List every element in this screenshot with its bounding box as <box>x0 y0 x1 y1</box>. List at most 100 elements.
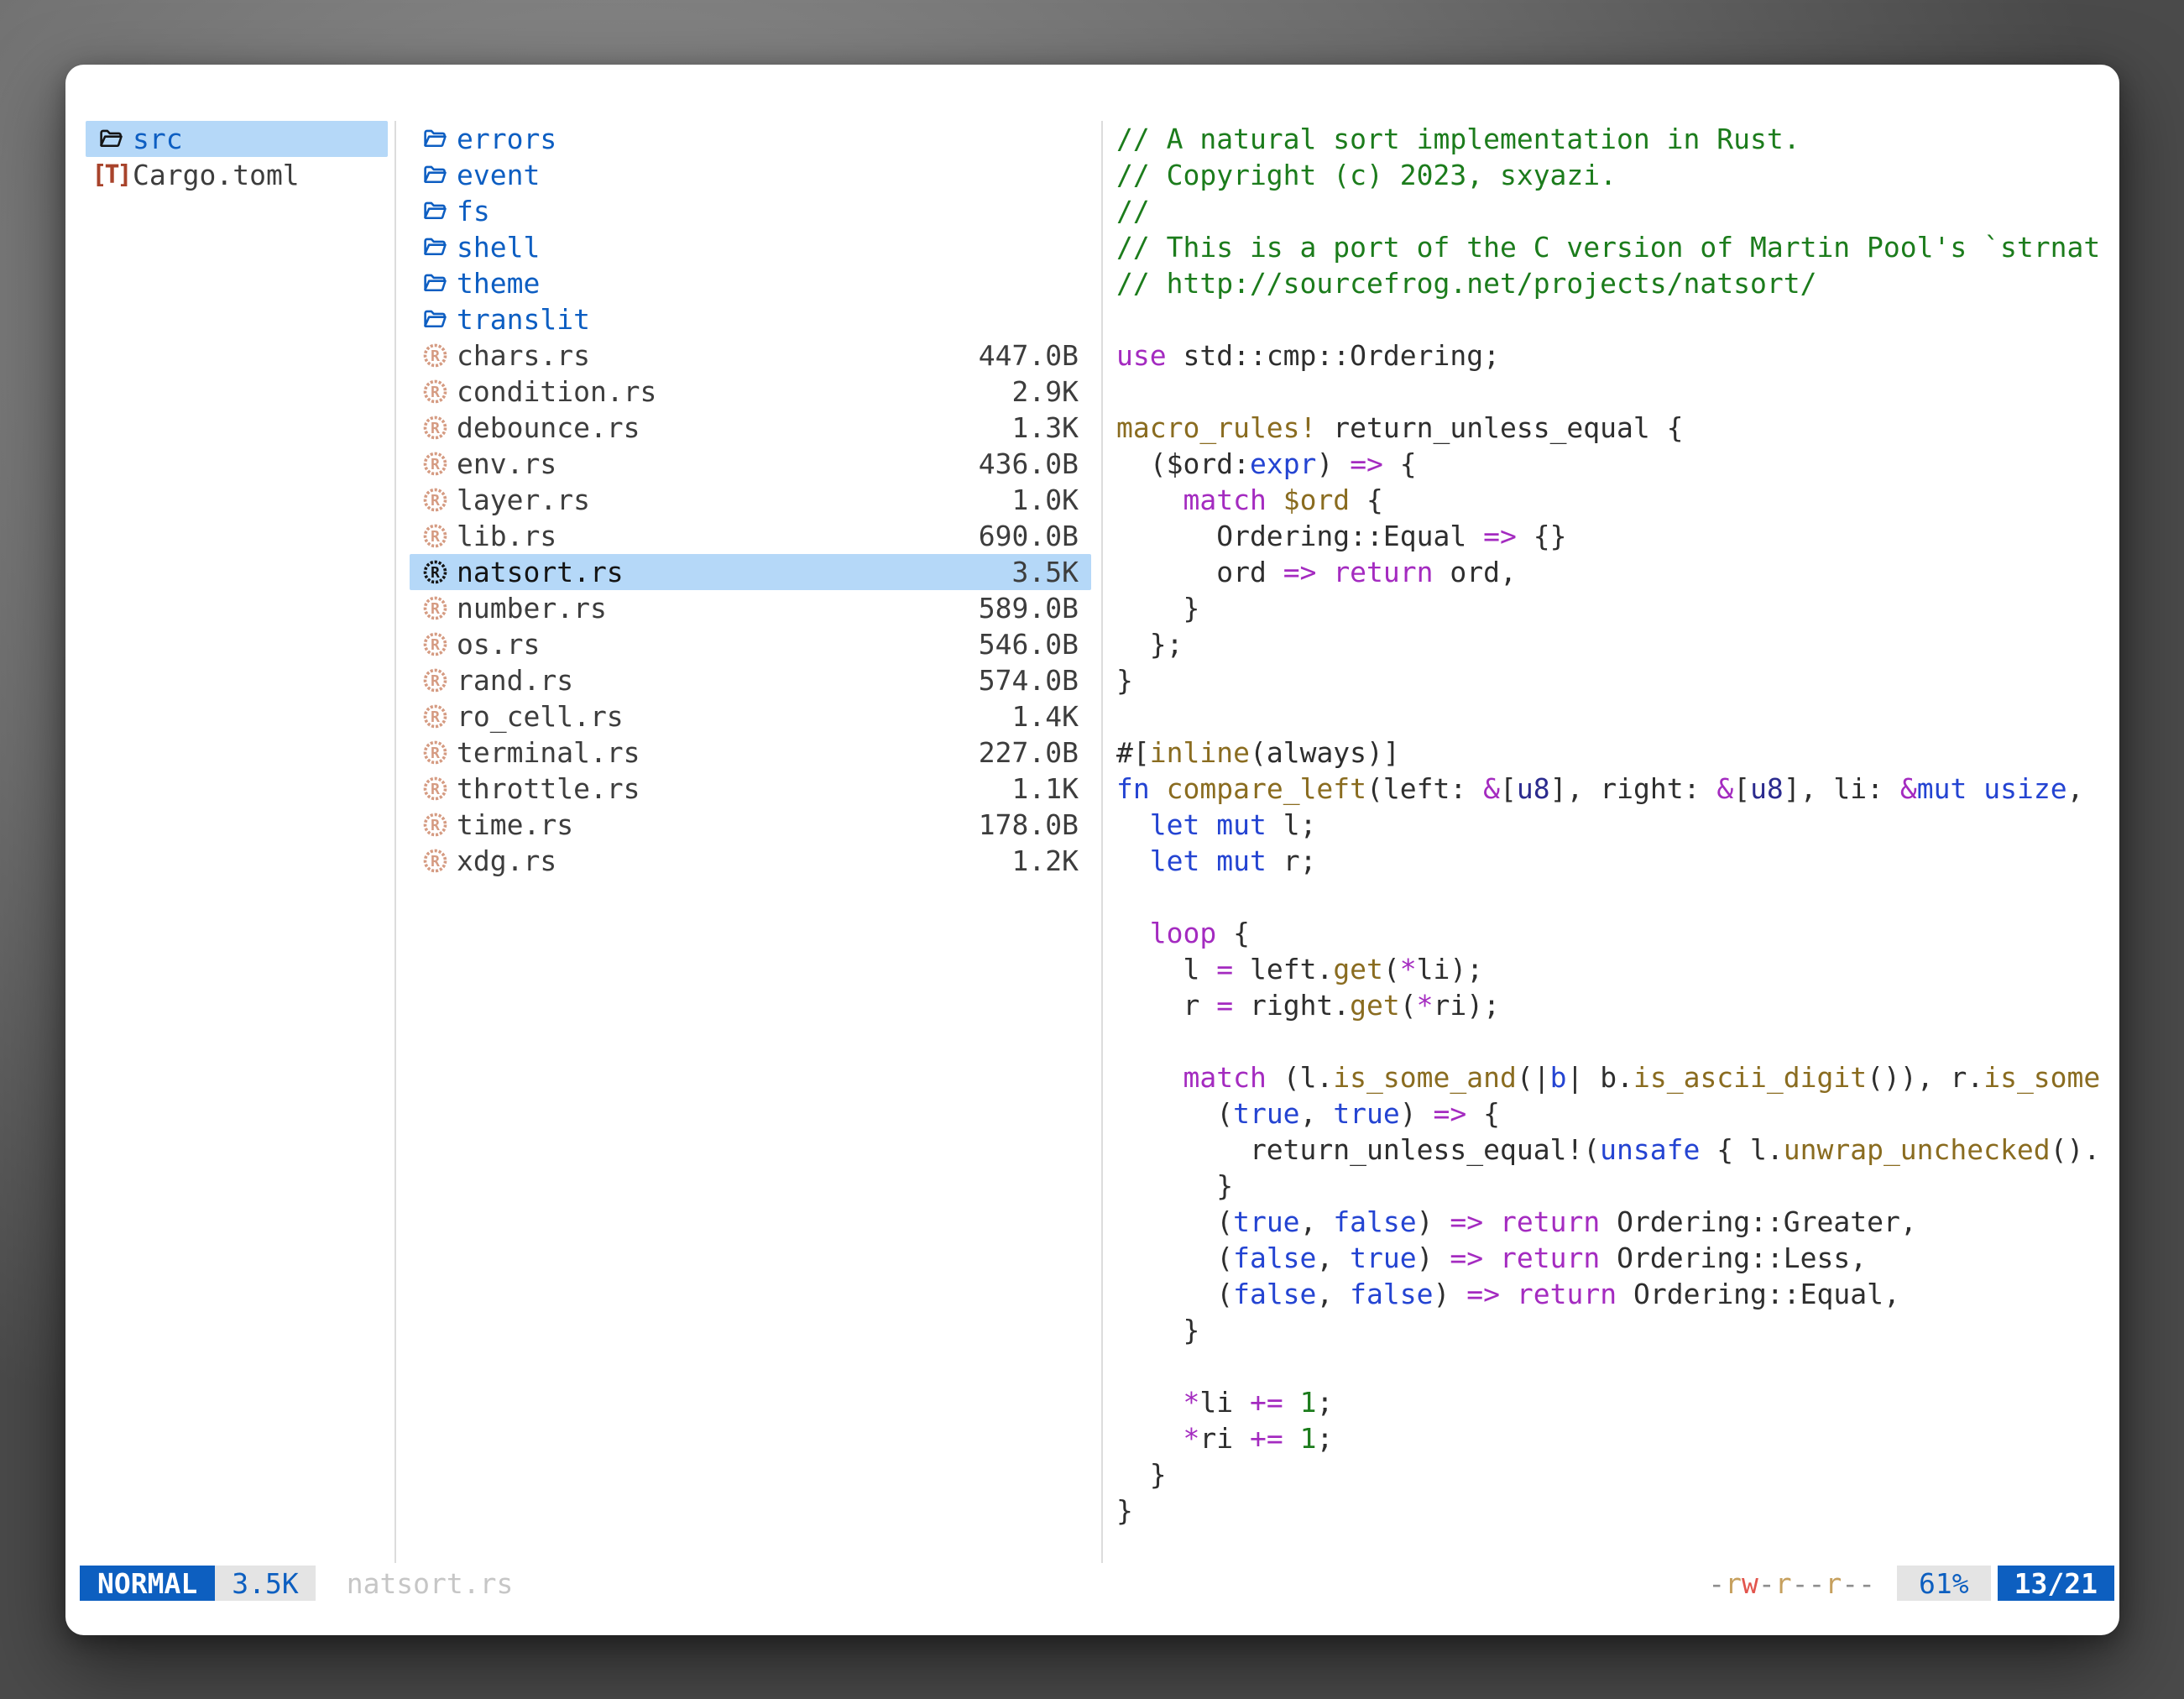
file-size: 1.3K <box>1012 411 1091 444</box>
file-size: 1.0K <box>1012 484 1091 516</box>
file-row[interactable]: Rxdg.rs1.2K <box>410 843 1091 879</box>
file-name: condition.rs <box>457 375 656 408</box>
file-row[interactable]: Rro_cell.rs1.4K <box>410 698 1091 734</box>
code-line: l = left.get(*li); <box>1116 951 2119 987</box>
svg-text:R: R <box>431 817 440 834</box>
code-line: ord => return ord, <box>1116 554 2119 590</box>
file-size: 2.9K <box>1012 375 1091 408</box>
rust-icon: R <box>421 811 449 839</box>
scroll-percent-badge: 61% <box>1897 1566 1991 1601</box>
file-name: src <box>133 123 183 155</box>
code-line: *ri += 1; <box>1116 1420 2119 1456</box>
code-line: } <box>1116 1312 2119 1348</box>
svg-text:R: R <box>431 853 440 870</box>
file-size: 1.4K <box>1012 700 1091 733</box>
code-line: } <box>1116 1493 2119 1529</box>
svg-text:R: R <box>431 564 440 582</box>
code-line: (true, true) => { <box>1116 1095 2119 1132</box>
folder-open-icon <box>421 269 449 298</box>
folder-row[interactable]: fs <box>410 193 1091 229</box>
file-row[interactable]: [T]Cargo.toml <box>86 157 388 193</box>
svg-text:R: R <box>431 672 440 690</box>
file-name: time.rs <box>457 808 573 841</box>
file-row[interactable]: Rchars.rs447.0B <box>410 337 1091 374</box>
file-row[interactable]: Rcondition.rs 2.9K <box>410 374 1091 410</box>
mode-badge: NORMAL <box>80 1566 215 1601</box>
rust-icon: R <box>421 522 449 551</box>
file-preview-pane: // A natural sort implementation in Rust… <box>1116 121 2119 1565</box>
code-line: return_unless_equal!(unsafe { l.unwrap_u… <box>1116 1132 2119 1168</box>
code-line: } <box>1116 1456 2119 1493</box>
rust-icon: R <box>421 558 449 587</box>
file-name: rand.rs <box>457 664 573 697</box>
file-name: fs <box>457 195 490 227</box>
cursor-position-badge: 13/21 <box>1998 1566 2114 1601</box>
svg-text:R: R <box>431 528 440 546</box>
code-line: let mut l; <box>1116 807 2119 843</box>
folder-row[interactable]: src <box>86 121 388 157</box>
svg-text:R: R <box>431 384 440 401</box>
folder-row[interactable]: event <box>410 157 1091 193</box>
code-line: match $ord { <box>1116 482 2119 518</box>
file-row[interactable]: Rdebounce.rs 1.3K <box>410 410 1091 446</box>
file-row[interactable]: Rthrottle.rs1.1K <box>410 771 1091 807</box>
file-row[interactable]: Renv.rs 436.0B <box>410 446 1091 482</box>
file-size: 227.0B <box>979 736 1091 769</box>
code-line <box>1116 374 2119 410</box>
rust-icon: R <box>421 703 449 731</box>
file-name: theme <box>457 267 540 300</box>
yazi-window: src[T]Cargo.toml errorsevent fsshelltheme… <box>65 65 2119 1635</box>
svg-text:R: R <box>431 456 440 473</box>
folder-row[interactable]: translit <box>410 301 1091 337</box>
rust-icon: R <box>421 630 449 659</box>
pane-divider-left <box>394 121 396 1563</box>
folder-open-icon <box>421 197 449 226</box>
file-size: 436.0B <box>979 447 1091 480</box>
file-row[interactable]: Rterminal.rs227.0B <box>410 734 1091 771</box>
file-name: debounce.rs <box>457 411 640 444</box>
code-line: *li += 1; <box>1116 1384 2119 1420</box>
folder-open-icon <box>421 306 449 334</box>
file-name: env.rs <box>457 447 556 480</box>
current-directory-pane: errorsevent fsshellthemetranslitRchars.rs… <box>410 121 1091 879</box>
file-row[interactable]: Rnumber.rs589.0B <box>410 590 1091 626</box>
file-name: event <box>457 159 540 191</box>
svg-text:R: R <box>431 745 440 762</box>
rust-icon: R <box>421 667 449 695</box>
status-filename: natsort.rs <box>347 1567 514 1600</box>
code-line: } <box>1116 1168 2119 1204</box>
rust-icon: R <box>421 414 449 442</box>
file-row[interactable]: Rlib.rs690.0B <box>410 518 1091 554</box>
folder-row[interactable]: shell <box>410 229 1091 265</box>
rust-icon: R <box>421 594 449 623</box>
file-row[interactable]: Rtime.rs178.0B <box>410 807 1091 843</box>
file-name: layer.rs <box>457 484 590 516</box>
file-name: number.rs <box>457 592 607 625</box>
file-row[interactable]: Rnatsort.rs3.5K <box>410 554 1091 590</box>
folder-open-icon <box>97 125 125 154</box>
file-size: 574.0B <box>979 664 1091 697</box>
file-row[interactable]: Rrand.rs 574.0B <box>410 662 1091 698</box>
rust-icon: R <box>421 739 449 767</box>
svg-text:R: R <box>431 492 440 510</box>
file-row[interactable]: Rlayer.rs 1.0K <box>410 482 1091 518</box>
rust-icon: R <box>421 847 449 876</box>
folder-row[interactable]: errors <box>410 121 1091 157</box>
svg-text:R: R <box>431 420 440 437</box>
file-permissions: -rw-r--r-- <box>1708 1567 1875 1600</box>
code-line: // Copyright (c) 2023, sxyazi. <box>1116 157 2119 193</box>
svg-text:R: R <box>431 636 440 654</box>
code-line: (true, false) => return Ordering::Greate… <box>1116 1204 2119 1240</box>
file-row[interactable]: Ros.rs546.0B <box>410 626 1091 662</box>
rust-icon: R <box>421 342 449 370</box>
code-line: match (l.is_some_and(|b| b.is_ascii_digi… <box>1116 1059 2119 1095</box>
code-line: fn compare_left(left: &[u8], right: &[u8… <box>1116 771 2119 807</box>
code-line: #[inline(always)] <box>1116 734 2119 771</box>
file-size: 690.0B <box>979 520 1091 552</box>
code-line: r = right.get(*ri); <box>1116 987 2119 1023</box>
folder-row[interactable]: theme <box>410 265 1091 301</box>
file-name: os.rs <box>457 628 540 661</box>
svg-text:R: R <box>431 600 440 618</box>
file-name: translit <box>457 303 590 336</box>
file-size-badge: 3.5K <box>215 1566 315 1601</box>
